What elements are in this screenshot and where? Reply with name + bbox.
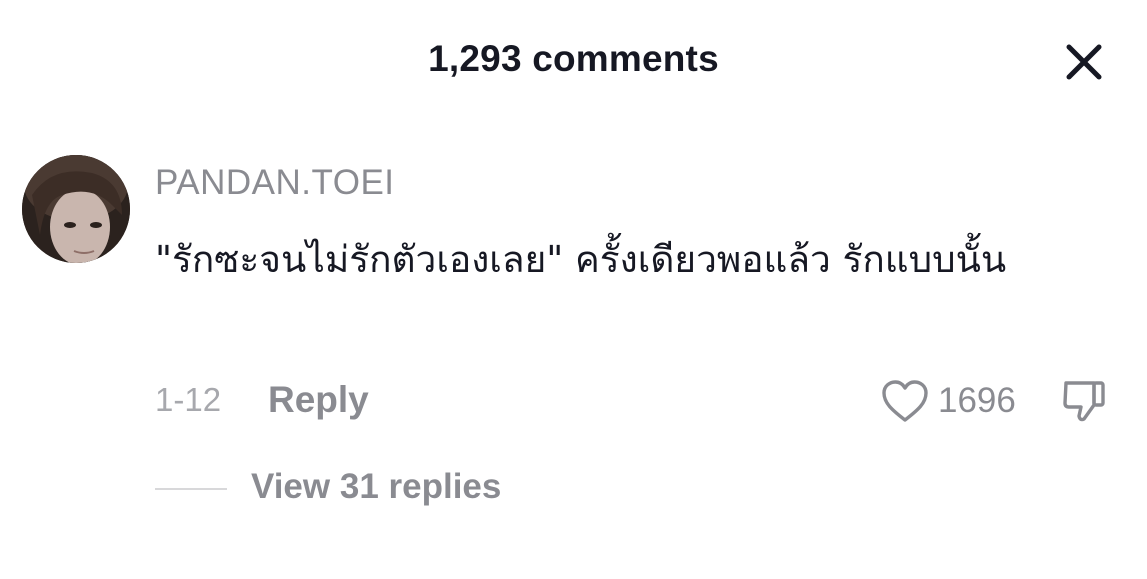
comment-username[interactable]: PANDAN.TOEI xyxy=(155,163,395,203)
dislike-button[interactable] xyxy=(1060,377,1108,425)
replies-divider xyxy=(155,488,227,490)
comment-text: "รักซะจนไม่รักตัวเองเลย" ครั้งเดียวพอแล้… xyxy=(155,238,1007,281)
close-button[interactable] xyxy=(1060,38,1108,86)
thumbs-down-icon xyxy=(1063,381,1105,422)
view-replies-button[interactable]: View 31 replies xyxy=(251,467,501,507)
like-count: 1696 xyxy=(938,381,1016,420)
comments-count-title: 1,293 comments xyxy=(428,38,719,79)
like-button[interactable] xyxy=(880,378,930,424)
avatar[interactable] xyxy=(22,155,130,263)
heart-icon xyxy=(882,380,928,422)
close-icon xyxy=(1066,44,1102,80)
reply-button[interactable]: Reply xyxy=(268,379,369,421)
comment-date: 1-12 xyxy=(155,381,222,418)
